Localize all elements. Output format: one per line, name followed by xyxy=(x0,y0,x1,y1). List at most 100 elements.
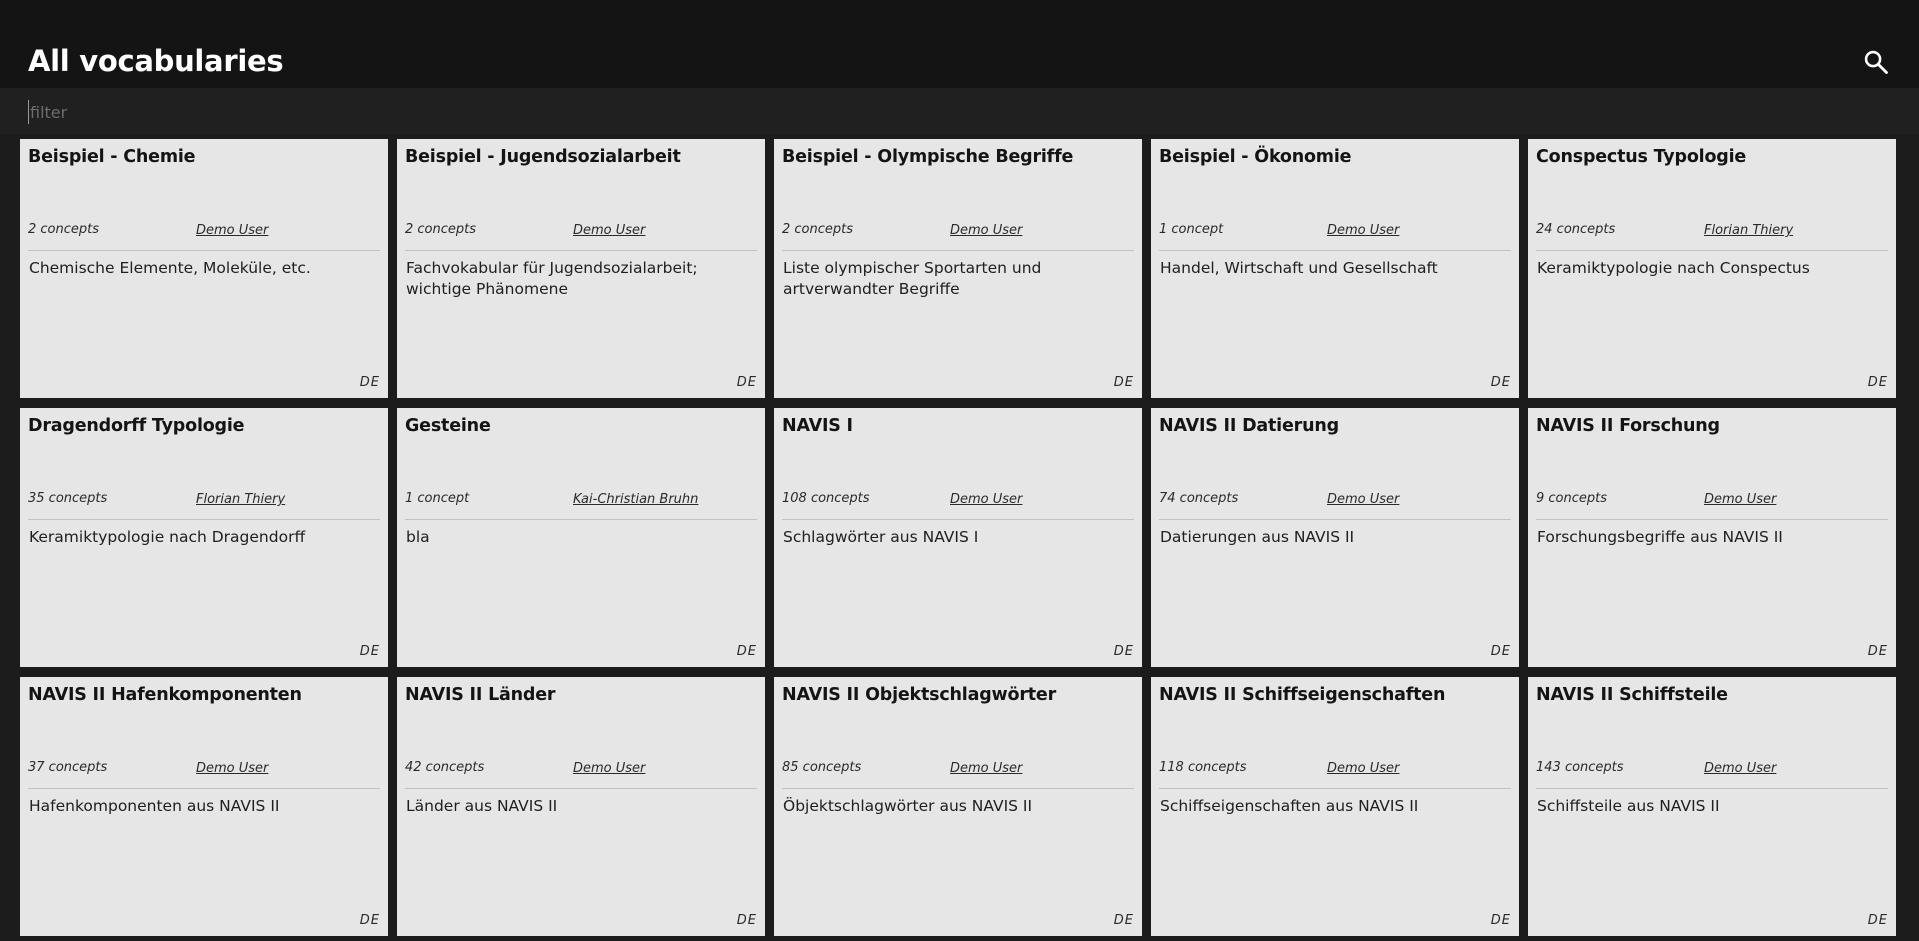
language-badge: DE xyxy=(359,913,380,928)
author-link[interactable]: Florian Thiery xyxy=(196,492,285,507)
vocabulary-description: Schlagwörter aus NAVIS I xyxy=(783,528,979,546)
card-divider xyxy=(405,519,757,520)
vocabulary-description: Schiffseigenschaften aus NAVIS II xyxy=(1160,797,1419,815)
card-divider xyxy=(1159,250,1511,251)
language-badge: DE xyxy=(736,913,757,928)
vocabulary-card[interactable]: Beispiel - Jugendsozialarbeit 2 concepts… xyxy=(397,139,765,398)
card-divider xyxy=(1536,250,1888,251)
vocabulary-title: NAVIS II Hafenkomponenten xyxy=(28,685,302,705)
language-badge: DE xyxy=(736,375,757,390)
vocabulary-description: Chemische Elemente, Moleküle, etc. xyxy=(29,259,311,277)
author-link[interactable]: Demo User xyxy=(1327,761,1399,776)
vocabulary-card[interactable]: Beispiel - Ökonomie 1 concept Demo User … xyxy=(1151,139,1519,398)
vocabulary-title: Beispiel - Jugendsozialarbeit xyxy=(405,147,681,167)
language-badge: DE xyxy=(1867,644,1888,659)
vocabulary-card[interactable]: NAVIS II Schiffseigenschaften 118 concep… xyxy=(1151,677,1519,936)
vocabulary-description: bla xyxy=(406,528,430,546)
author-link[interactable]: Demo User xyxy=(196,761,268,776)
card-divider xyxy=(405,250,757,251)
concept-count: 118 concepts xyxy=(1159,760,1247,775)
concept-count: 42 concepts xyxy=(405,760,485,775)
vocabulary-title: Dragendorff Typologie xyxy=(28,416,245,436)
vocabulary-card[interactable]: NAVIS II Schiffsteile 143 concepts Demo … xyxy=(1528,677,1896,936)
author-link[interactable]: Demo User xyxy=(1704,761,1776,776)
vocabulary-card[interactable]: NAVIS II Objektschlagwörter 85 concepts … xyxy=(774,677,1142,936)
card-divider xyxy=(782,519,1134,520)
concept-count: 35 concepts xyxy=(28,491,108,506)
vocabulary-title: NAVIS II Objektschlagwörter xyxy=(782,685,1057,705)
language-badge: DE xyxy=(359,375,380,390)
concept-count: 2 concepts xyxy=(28,222,100,237)
language-badge: DE xyxy=(1490,375,1511,390)
card-divider xyxy=(28,788,380,789)
language-badge: DE xyxy=(1113,644,1134,659)
vocabulary-card[interactable]: NAVIS II Forschung 9 concepts Demo User … xyxy=(1528,408,1896,667)
vocabulary-title: NAVIS II Forschung xyxy=(1536,416,1720,436)
concept-count: 1 concept xyxy=(1159,222,1224,237)
concept-count: 1 concept xyxy=(405,491,470,506)
card-divider xyxy=(782,788,1134,789)
concept-count: 85 concepts xyxy=(782,760,862,775)
vocabulary-card[interactable]: Beispiel - Olympische Begriffe 2 concept… xyxy=(774,139,1142,398)
filter-bar xyxy=(0,88,1919,134)
vocabulary-description: Länder aus NAVIS II xyxy=(406,797,558,815)
vocabulary-card[interactable]: NAVIS II Datierung 74 concepts Demo User… xyxy=(1151,408,1519,667)
page-title: All vocabularies xyxy=(28,44,284,78)
author-link[interactable]: Kai-Christian Bruhn xyxy=(573,492,698,507)
vocabulary-title: NAVIS II Schiffsteile xyxy=(1536,685,1728,705)
vocabulary-title: Beispiel - Chemie xyxy=(28,147,196,167)
vocabulary-card[interactable]: NAVIS II Hafenkomponenten 37 concepts De… xyxy=(20,677,388,936)
language-badge: DE xyxy=(359,644,380,659)
card-divider xyxy=(28,519,380,520)
concept-count: 9 concepts xyxy=(1536,491,1608,506)
concept-count: 74 concepts xyxy=(1159,491,1239,506)
language-badge: DE xyxy=(1490,644,1511,659)
card-divider xyxy=(1159,788,1511,789)
card-divider xyxy=(405,788,757,789)
vocabulary-card[interactable]: Beispiel - Chemie 2 concepts Demo User C… xyxy=(20,139,388,398)
concept-count: 37 concepts xyxy=(28,760,108,775)
author-link[interactable]: Demo User xyxy=(1704,492,1776,507)
card-divider xyxy=(1536,519,1888,520)
vocabulary-card[interactable]: NAVIS II Länder 42 concepts Demo User Lä… xyxy=(397,677,765,936)
author-link[interactable]: Florian Thiery xyxy=(1704,223,1793,238)
concept-count: 2 concepts xyxy=(782,222,854,237)
card-divider xyxy=(28,250,380,251)
author-link[interactable]: Demo User xyxy=(573,761,645,776)
concept-count: 24 concepts xyxy=(1536,222,1616,237)
search-icon xyxy=(1864,50,1888,74)
concept-count: 108 concepts xyxy=(782,491,870,506)
author-link[interactable]: Demo User xyxy=(950,761,1022,776)
vocabulary-card[interactable]: Dragendorff Typologie 35 concepts Floria… xyxy=(20,408,388,667)
vocabulary-grid: Beispiel - Chemie 2 concepts Demo User C… xyxy=(20,139,1898,936)
vocabulary-title: NAVIS II Länder xyxy=(405,685,556,705)
author-link[interactable]: Demo User xyxy=(196,223,268,238)
language-badge: DE xyxy=(1867,375,1888,390)
language-badge: DE xyxy=(1113,913,1134,928)
language-badge: DE xyxy=(1113,375,1134,390)
author-link[interactable]: Demo User xyxy=(950,223,1022,238)
language-badge: DE xyxy=(736,644,757,659)
author-link[interactable]: Demo User xyxy=(1327,492,1399,507)
vocabulary-description: Forschungsbegriffe aus NAVIS II xyxy=(1537,528,1783,546)
vocabulary-description: Liste olympischer Sportarten und artverw… xyxy=(783,259,1042,298)
card-divider xyxy=(1159,519,1511,520)
card-divider xyxy=(1536,788,1888,789)
vocabulary-title: NAVIS II Schiffseigenschaften xyxy=(1159,685,1446,705)
vocabulary-description: Fachvokabular für Jugendsozialarbeit; wi… xyxy=(406,259,698,298)
concept-count: 2 concepts xyxy=(405,222,477,237)
author-link[interactable]: Demo User xyxy=(1327,223,1399,238)
vocabulary-card[interactable]: Gesteine 1 concept Kai-Christian Bruhn b… xyxy=(397,408,765,667)
vocabulary-card[interactable]: NAVIS I 108 concepts Demo User Schlagwör… xyxy=(774,408,1142,667)
filter-input[interactable] xyxy=(28,100,630,124)
search-button[interactable] xyxy=(1862,48,1890,76)
vocabulary-card[interactable]: Conspectus Typologie 24 concepts Florian… xyxy=(1528,139,1896,398)
vocabulary-title: Beispiel - Olympische Begriffe xyxy=(782,147,1074,167)
vocabulary-description: Keramiktypologie nach Conspectus xyxy=(1537,259,1810,277)
author-link[interactable]: Demo User xyxy=(950,492,1022,507)
card-divider xyxy=(782,250,1134,251)
vocabulary-title: Gesteine xyxy=(405,416,491,436)
author-link[interactable]: Demo User xyxy=(573,223,645,238)
vocabulary-title: NAVIS II Datierung xyxy=(1159,416,1339,436)
language-badge: DE xyxy=(1490,913,1511,928)
